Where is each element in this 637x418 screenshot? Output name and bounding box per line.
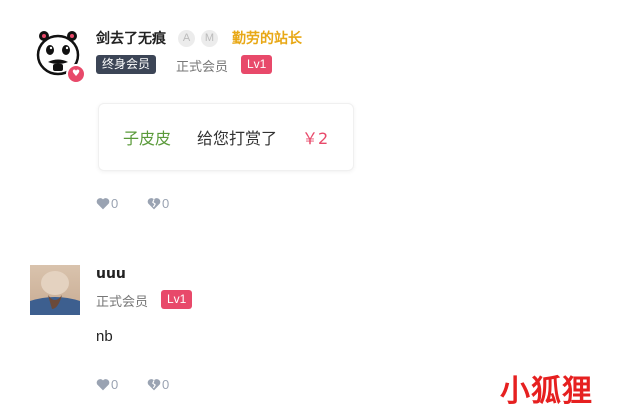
dislike-button[interactable]: 0 — [147, 377, 169, 392]
heart-icon — [96, 379, 110, 391]
reward-giver[interactable]: 子皮皮 — [123, 125, 171, 149]
heart-badge-icon: ♥ — [66, 64, 86, 84]
dislike-button[interactable]: 0 — [147, 196, 169, 211]
broken-heart-icon — [147, 379, 161, 391]
badge-m-icon: M — [201, 30, 218, 47]
user-title: 勤劳的站长 — [232, 31, 302, 47]
like-count: 0 — [111, 377, 119, 392]
level-badge: Lv1 — [241, 55, 273, 74]
broken-heart-icon — [147, 198, 161, 210]
username[interactable]: uuu — [96, 266, 126, 282]
level-badge: Lv1 — [161, 290, 193, 309]
comment-text: nb — [96, 328, 113, 345]
photo-avatar — [30, 265, 80, 315]
member-status: 正式会员 — [176, 60, 229, 75]
watermark: 小狐狸 — [500, 374, 593, 409]
like-button[interactable]: 0 — [96, 196, 118, 211]
like-count: 0 — [111, 196, 119, 211]
like-button[interactable]: 0 — [96, 377, 118, 392]
member-status: 正式会员 — [96, 295, 149, 310]
reward-card: 子皮皮 给您打赏了 ￥2 — [98, 103, 354, 171]
heart-icon — [96, 198, 110, 210]
reward-text: 给您打赏了 — [197, 129, 278, 148]
avatar[interactable] — [30, 265, 80, 315]
badge-a-icon: A — [178, 30, 195, 47]
membership-tag: 终身会员 — [96, 55, 157, 74]
reward-amount: ￥2 — [302, 129, 329, 148]
dislike-count: 0 — [162, 196, 170, 211]
dislike-count: 0 — [162, 377, 170, 392]
username[interactable]: 剑去了无痕 — [96, 28, 166, 48]
